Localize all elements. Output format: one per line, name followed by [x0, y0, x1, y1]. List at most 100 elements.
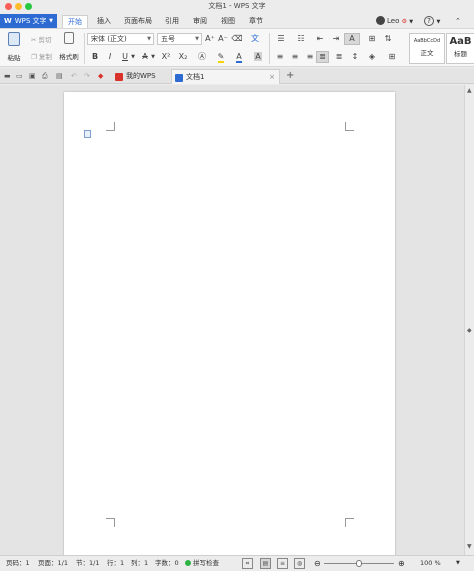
tab-document1[interactable]: 文档1 × [171, 69, 280, 84]
spell-check-status-icon [185, 560, 191, 566]
superscript-button[interactable]: X² [160, 51, 172, 63]
folder-icon[interactable]: ▬ [4, 70, 11, 82]
underline-button[interactable]: U [120, 51, 130, 63]
paragraph-layout-icon[interactable] [84, 130, 91, 138]
cut-button[interactable]: ✂ 剪切 [31, 34, 52, 44]
status-word-count[interactable]: 字数：0 [155, 556, 179, 571]
font-name-select[interactable]: 宋体 (正文) ▼ [87, 33, 154, 45]
style-normal[interactable]: AaBbCcDd 正文 [409, 33, 445, 64]
justify-button[interactable]: ≣ [316, 51, 329, 63]
clear-format-button[interactable]: ⌫ [231, 33, 243, 45]
text-effect-button[interactable]: Ⓐ [196, 51, 208, 63]
subscript-button[interactable]: X₂ [177, 51, 189, 63]
tab-review[interactable]: 审阅 [188, 15, 212, 28]
chinese-layout-button[interactable]: A [344, 33, 360, 45]
wps-writer-window: 文档1 - WPS 文字 W WPS 文字 ▼ 开始 插入 页面布局 引用 审阅 … [0, 0, 474, 571]
help-button[interactable]: ? ▼ [424, 15, 440, 27]
chevron-down-icon[interactable]: ▼ [130, 51, 136, 63]
outline-icon: ≡ [279, 560, 286, 567]
collapse-ribbon-button[interactable]: ⌃ [455, 15, 461, 27]
zoom-level[interactable]: 100 % [420, 556, 441, 571]
tab-references[interactable]: 引用 [160, 15, 184, 28]
style-name: 正文 [420, 49, 434, 57]
divider [84, 33, 85, 64]
user-name: Leo [387, 17, 400, 25]
page-view-icon: ▤ [262, 560, 269, 567]
strikethrough-button[interactable]: A [140, 51, 150, 63]
app-menu-button[interactable]: W WPS 文字 ▼ [0, 14, 57, 28]
chevron-down-icon[interactable]: ▼ [150, 51, 156, 63]
phonetic-guide-button[interactable]: 文 [248, 33, 262, 45]
borders-button[interactable]: ⊞ [385, 51, 399, 63]
increase-indent-button[interactable]: ⇥ [330, 33, 342, 45]
document-page[interactable] [64, 92, 395, 562]
undo-icon[interactable]: ↶ [71, 70, 77, 82]
vertical-scrollbar[interactable]: ▲ ◆ ▼ [464, 85, 474, 555]
tab-label: 文档1 [186, 73, 205, 81]
font-name-value: 宋体 (正文) [91, 35, 127, 43]
numbered-list-button[interactable]: ☷ [294, 33, 308, 45]
new-tab-button[interactable]: + [286, 69, 294, 83]
font-color-button[interactable]: A [233, 51, 245, 63]
style-preview: AaBbCcDd [413, 38, 441, 44]
print-preview-icon[interactable]: ▤ [56, 70, 63, 82]
clipboard-icon [8, 32, 20, 46]
decrease-indent-button[interactable]: ⇤ [314, 33, 326, 45]
view-outline-button[interactable]: ≡ [277, 558, 288, 569]
zoom-slider-knob[interactable] [356, 560, 362, 567]
font-size-select[interactable]: 五号 ▼ [157, 33, 202, 45]
show-marks-button[interactable]: ⊞ [366, 33, 378, 45]
zoom-in-button[interactable]: ⊕ [398, 556, 405, 571]
italic-button[interactable]: I [105, 51, 115, 63]
tab-insert[interactable]: 插入 [92, 15, 116, 28]
view-page-button[interactable]: ▤ [260, 558, 271, 569]
shading-button[interactable]: ◈ [365, 51, 379, 63]
user-account[interactable]: Leo ⚙ ▼ [376, 15, 413, 27]
table-icon: ⊞ [368, 34, 376, 43]
copy-button[interactable]: ❐ 复制 [31, 51, 52, 61]
tab-home[interactable]: 开始 [62, 15, 88, 28]
close-icon[interactable]: × [269, 70, 275, 85]
format-painter-label: 格式刷 [59, 53, 79, 61]
minimize-window-button[interactable] [15, 3, 22, 10]
status-row: 行：1 [107, 559, 125, 567]
highlight-button[interactable]: ✎ [215, 51, 227, 63]
scroll-up-icon[interactable]: ▲ [467, 87, 472, 94]
align-center-button[interactable]: ≡ [289, 51, 301, 63]
tab-view[interactable]: 视图 [216, 15, 240, 28]
tab-my-wps[interactable]: 我的WPS [112, 69, 170, 84]
align-right-button[interactable]: ≡ [304, 51, 316, 63]
zoom-out-button[interactable]: ⊖ [314, 556, 321, 571]
line-spacing-button[interactable]: ↕ [349, 51, 361, 63]
paste-button[interactable]: 粘贴 [4, 32, 24, 62]
scroll-page-icon[interactable]: ◆ [467, 327, 472, 334]
eraser-icon: ⌫ [231, 34, 243, 43]
open-icon[interactable]: ▭ [16, 70, 23, 82]
share-icon[interactable]: ◆ [98, 70, 103, 82]
char-shading-button[interactable]: A [252, 51, 264, 63]
scroll-down-icon[interactable]: ▼ [467, 543, 472, 550]
sort-button[interactable]: ⇅ [382, 33, 394, 45]
style-heading[interactable]: AaB 标题 [446, 33, 474, 64]
margin-corner-mark [345, 518, 354, 527]
format-painter-button[interactable]: 格式刷 [58, 32, 80, 61]
bullet-list-button[interactable]: ☰ [274, 33, 288, 45]
bold-button[interactable]: B [90, 51, 100, 63]
line-spacing-icon: ↕ [351, 52, 359, 61]
distribute-button[interactable]: ≣ [333, 51, 345, 63]
wps-home-icon [115, 73, 123, 81]
grow-font-button[interactable]: A⁺ [205, 33, 215, 45]
align-left-button[interactable]: ≡ [274, 51, 286, 63]
spell-check-toggle[interactable]: 拼写检查 [185, 556, 219, 571]
shrink-font-button[interactable]: A⁻ [218, 33, 228, 45]
view-focus-button[interactable]: ⌗ [242, 558, 253, 569]
view-web-button[interactable]: ◍ [294, 558, 305, 569]
tab-page-layout[interactable]: 页面布局 [120, 15, 156, 28]
save-icon[interactable]: ▣ [29, 70, 36, 82]
close-window-button[interactable] [5, 3, 12, 10]
chevron-down-icon[interactable]: ▼ [456, 556, 460, 571]
redo-icon[interactable]: ↷ [84, 70, 90, 82]
tab-chapter[interactable]: 章节 [244, 15, 268, 28]
maximize-window-button[interactable] [25, 3, 32, 10]
print-icon[interactable]: ⎙ [42, 70, 48, 82]
